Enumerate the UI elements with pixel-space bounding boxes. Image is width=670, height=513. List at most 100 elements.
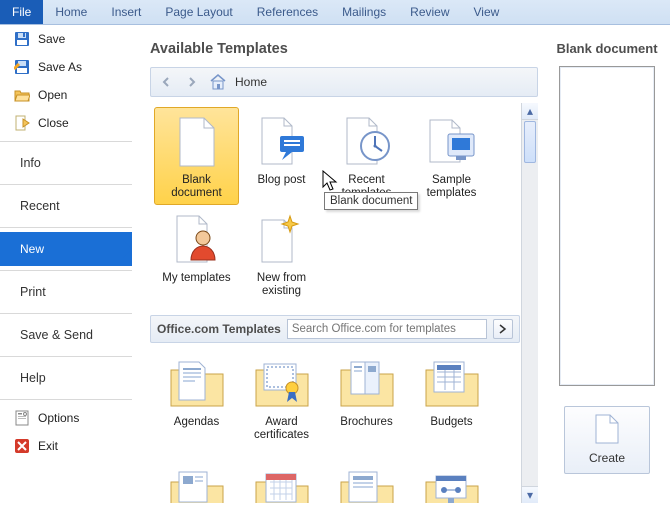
sidebar-separator [0,356,132,357]
preview-pane: Blank document Create [552,41,662,513]
sidebar-item-info[interactable]: Info [0,146,132,180]
template-label: Sample templates [412,174,491,200]
sidebar-separator [0,141,132,142]
folder-doc-icon [169,356,225,412]
templates-scroll-area: Blank document Blog post Recent template… [150,103,538,503]
ribbon-tab-pagelayout[interactable]: Page Layout [153,0,244,24]
folder-chart-icon [424,462,480,503]
template-award-certificates[interactable]: Award certificates [239,349,324,447]
sidebar-separator [0,227,132,228]
ribbon-tab-view[interactable]: View [462,0,512,24]
home-icon[interactable] [209,74,227,90]
template-partial-1[interactable] [154,455,239,503]
office-templates-grid-row2 [150,455,520,503]
ribbon-tab-review[interactable]: Review [398,0,461,24]
sidebar-item-save[interactable]: Save [0,25,132,53]
preview-thumbnail [559,66,655,386]
clock-icon [339,114,395,170]
sidebar-separator [0,184,132,185]
sidebar-item-options[interactable]: Options [0,404,132,432]
breadcrumb-home[interactable]: Home [235,75,267,89]
preview-title: Blank document [556,41,657,56]
open-icon [14,87,30,103]
sidebar-item-close[interactable]: Close [0,109,132,137]
sidebar-separator [0,399,132,400]
folder-brochure-icon [339,356,395,412]
scroll-down-button[interactable]: ▾ [522,486,538,503]
create-button[interactable]: Create [564,406,650,474]
scroll-up-button[interactable]: ▴ [522,103,538,120]
ribbon-tab-home[interactable]: Home [43,0,99,24]
template-my-templates[interactable]: My templates [154,205,239,303]
nav-back-button[interactable] [157,73,175,91]
close-icon [14,115,30,131]
template-partial-4[interactable] [409,455,494,503]
sidebar-separator [0,313,132,314]
ribbon-tab-mailings[interactable]: Mailings [330,0,398,24]
newfrom-icon [254,212,310,268]
sidebar-item-recent[interactable]: Recent [0,189,132,223]
template-new-from-existing[interactable]: New from existing [239,205,324,303]
backstage-sidebar: Save Save As Open Close Info Recent New … [0,25,132,513]
sidebar-item-label: Save As [38,60,82,74]
sidebar-item-new[interactable]: New [0,232,132,266]
template-brochures[interactable]: Brochures [324,349,409,447]
template-partial-3[interactable] [324,455,409,503]
template-label: Blank document [157,174,236,200]
ribbon: File Home Insert Page Layout References … [0,0,670,25]
sidebar-item-savesend[interactable]: Save & Send [0,318,132,352]
template-agendas[interactable]: Agendas [154,349,239,447]
office-templates-title: Office.com Templates [157,322,281,336]
sidebar-item-label: Open [38,88,67,102]
page-title: Available Templates [150,41,538,57]
scroll-thumb[interactable] [524,121,536,163]
ribbon-tab-references[interactable]: References [245,0,330,24]
sidebar-item-exit[interactable]: Exit [0,432,132,460]
sidebar-item-saveas[interactable]: Save As [0,53,132,81]
sample-icon [424,114,480,170]
sidebar-item-label: Save [38,32,65,46]
sidebar-item-open[interactable]: Open [0,81,132,109]
office-templates-grid: Agendas Award certificates Brochures [150,345,520,455]
page-icon [169,114,225,170]
folder-cert-icon [254,356,310,412]
template-label: Agendas [174,416,219,429]
folder-calendar-icon [254,462,310,503]
nav-forward-button[interactable] [183,73,201,91]
tooltip: Blank document [324,192,418,210]
breadcrumb-bar: Home [150,67,538,97]
sidebar-item-label: Exit [38,439,58,453]
template-label: My templates [162,272,230,285]
folder-doc-icon [339,462,395,503]
template-blank-document[interactable]: Blank document [154,107,239,205]
sidebar-item-label: Close [38,116,69,130]
template-label: New from existing [242,272,321,298]
options-icon [14,410,30,426]
ribbon-tab-file[interactable]: File [0,0,43,24]
sidebar-item-help[interactable]: Help [0,361,132,395]
template-label: Budgets [430,416,472,429]
template-label: Blog post [258,174,306,187]
scrollbar[interactable]: ▴ ▾ [521,103,538,503]
office-templates-bar: Office.com Templates [150,315,520,343]
search-go-button[interactable] [493,319,513,339]
exit-icon [14,438,30,454]
template-budgets[interactable]: Budgets [409,349,494,447]
template-label: Award certificates [242,416,321,442]
save-icon [14,31,30,47]
page-icon [594,413,620,445]
person-icon [169,212,225,268]
sidebar-separator [0,270,132,271]
template-label: Brochures [340,416,392,429]
folder-budget-icon [424,356,480,412]
ribbon-tab-insert[interactable]: Insert [99,0,153,24]
template-blog-post[interactable]: Blog post [239,107,324,205]
blog-icon [254,114,310,170]
template-sample-templates[interactable]: Sample templates [409,107,494,205]
saveas-icon [14,59,30,75]
template-partial-2[interactable] [239,455,324,503]
search-input[interactable] [287,319,487,339]
sidebar-item-label: Options [38,411,79,425]
sidebar-item-print[interactable]: Print [0,275,132,309]
template-recent-templates[interactable]: Recent templates [324,107,409,205]
